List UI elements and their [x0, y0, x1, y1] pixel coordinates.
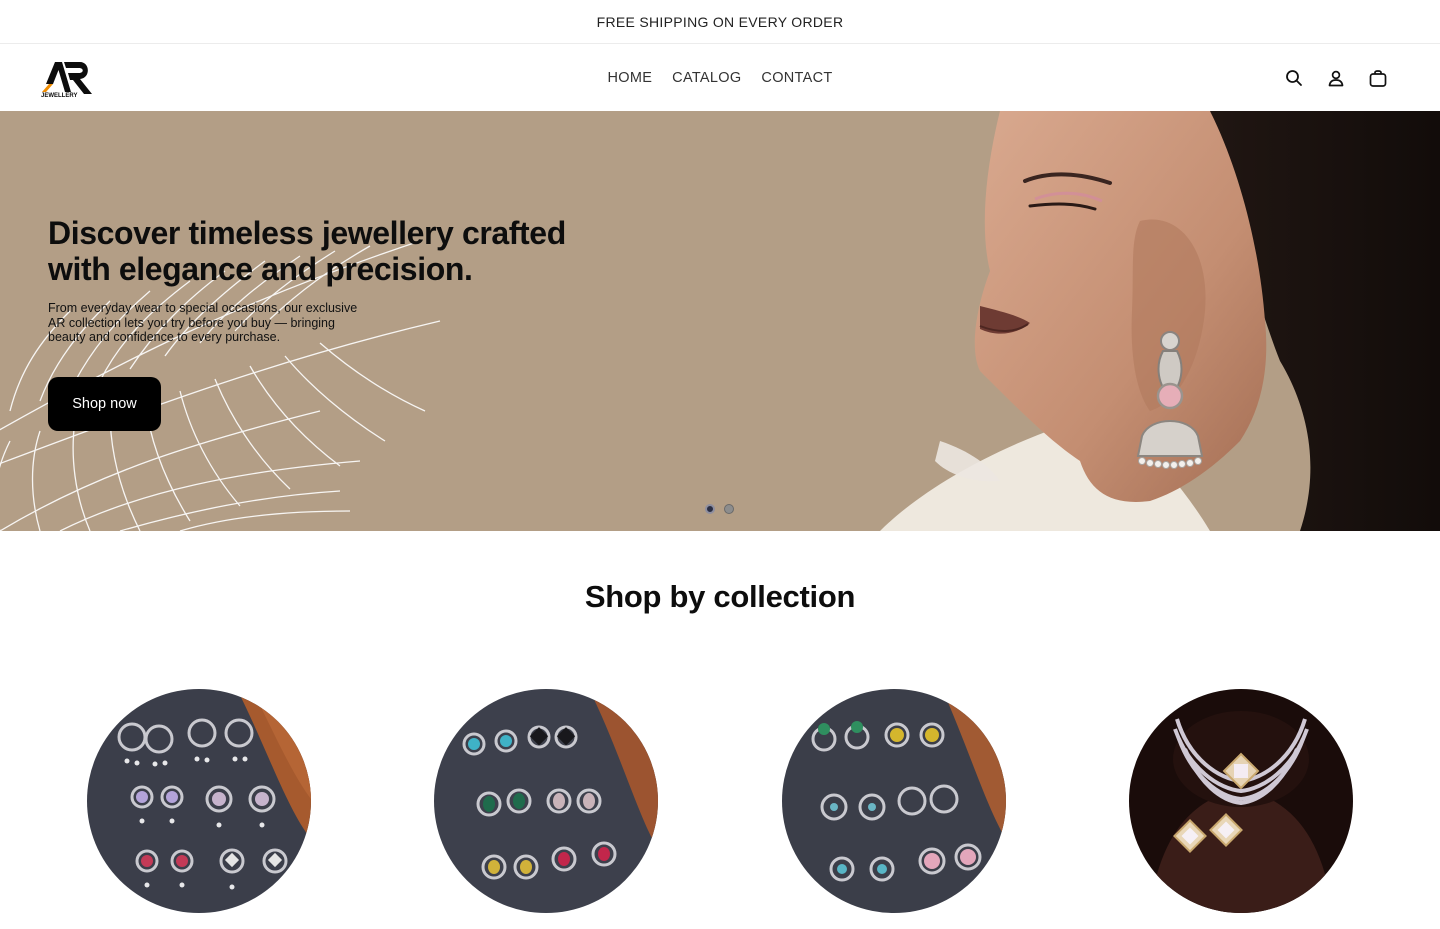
collection-card-4[interactable] — [1129, 689, 1353, 913]
collections-heading: Shop by collection — [584, 579, 856, 614]
collection-image-3 — [782, 689, 1006, 913]
slide-dot-2[interactable] — [724, 504, 734, 514]
shop-now-button[interactable]: Shop now — [48, 376, 161, 431]
site-header: JEWELLERY HOME CATALOG CONTACT — [0, 44, 1440, 111]
nav-catalog[interactable]: CATALOG — [672, 66, 741, 90]
hero-banner: Discover timeless jewellery crafted with… — [0, 111, 1440, 531]
ar-jewellery-logo: JEWELLERY — [41, 61, 92, 98]
collection-image-2 — [434, 689, 658, 913]
collection-image-1 — [87, 689, 311, 913]
announcement-bar: FREE SHIPPING ON EVERY ORDER — [0, 0, 1440, 44]
slideshow-dots — [705, 504, 734, 514]
svg-text:JEWELLERY: JEWELLERY — [41, 93, 77, 98]
main-nav: HOME CATALOG CONTACT — [0, 44, 1440, 111]
hero-subtitle: From everyday wear to special occasions,… — [48, 301, 358, 344]
collection-list — [0, 689, 1440, 929]
header-actions — [1284, 68, 1400, 88]
model-earring-photo — [880, 111, 1440, 531]
account-icon[interactable] — [1326, 68, 1346, 88]
nav-contact[interactable]: CONTACT — [761, 66, 832, 90]
announcement-text: FREE SHIPPING ON EVERY ORDER — [596, 13, 844, 30]
collection-card-2[interactable] — [434, 689, 658, 913]
collection-card-1[interactable] — [87, 689, 311, 913]
logo-link[interactable]: JEWELLERY — [40, 58, 96, 98]
search-icon[interactable] — [1284, 68, 1304, 88]
collection-image-4 — [1129, 689, 1353, 913]
hero-content: Discover timeless jewellery crafted with… — [48, 215, 608, 431]
hero-title: Discover timeless jewellery crafted with… — [48, 215, 566, 287]
nav-home[interactable]: HOME — [607, 66, 652, 90]
cart-icon[interactable] — [1368, 68, 1388, 88]
slide-dot-1[interactable] — [705, 504, 715, 514]
collection-card-3[interactable] — [782, 689, 1006, 913]
